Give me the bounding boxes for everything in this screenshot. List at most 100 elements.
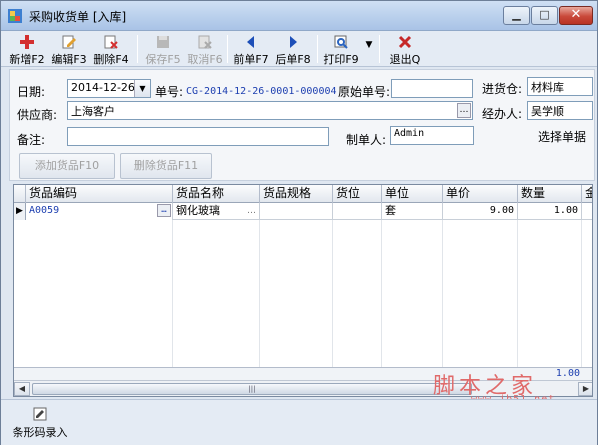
col-header-code[interactable]: 货品编码: [26, 185, 173, 203]
maximize-button[interactable]: □: [531, 6, 558, 25]
supplier-input[interactable]: 上海客户 …: [67, 101, 473, 120]
add-goods-button[interactable]: 添加货品F10: [19, 153, 115, 179]
new-button[interactable]: 新增F2: [7, 32, 47, 66]
cell-unit[interactable]: 套: [382, 203, 443, 220]
cell-code[interactable]: A0059 …: [26, 203, 173, 220]
warehouse-value: 材料库: [531, 81, 564, 94]
cell-location[interactable]: [333, 203, 382, 220]
remark-label: 备注:: [17, 133, 46, 147]
grid-line: [172, 220, 173, 369]
row-indicator-icon: ▶: [14, 203, 26, 220]
save-button[interactable]: 保存F5: [143, 32, 183, 66]
ellipsis-button[interactable]: …: [457, 103, 471, 118]
remark-input[interactable]: [67, 127, 329, 146]
handler-value: 吴学顺: [531, 105, 564, 118]
select-order-link[interactable]: 选择单据: [538, 128, 586, 145]
creator-input: Admin: [390, 126, 474, 145]
orig-no-label: 原始单号:: [338, 85, 391, 99]
handler-label: 经办人:: [482, 107, 523, 121]
toolbar-separator: [137, 35, 138, 63]
col-header-spec[interactable]: 货品规格: [260, 185, 333, 203]
prev-label: 前单F7: [233, 53, 269, 66]
scroll-right-icon[interactable]: ▶: [578, 382, 592, 396]
creator-label: 制单人:: [346, 133, 387, 147]
close-button[interactable]: ✕: [559, 6, 593, 25]
col-header-amount[interactable]: 金: [582, 185, 592, 203]
toolbar-separator: [379, 35, 380, 63]
cancel-icon: [198, 35, 212, 49]
barcode-entry-label: 条形码录入: [12, 426, 68, 439]
minimize-button[interactable]: ▁: [503, 6, 530, 25]
supplier-value: 上海客户: [71, 105, 115, 118]
table-row[interactable]: ▶ A0059 … 钢化玻璃 … 套 9.00 1.00: [14, 203, 592, 220]
col-header-unit[interactable]: 单位: [382, 185, 443, 203]
ellipsis-button[interactable]: …: [157, 204, 171, 217]
exit-button[interactable]: 退出Q: [385, 32, 425, 66]
print-icon: [334, 35, 348, 49]
next-icon: [290, 36, 297, 48]
chevron-down-icon: ▼: [134, 80, 150, 97]
orig-no-input[interactable]: [391, 79, 473, 98]
toolbar-separator: [317, 35, 318, 63]
grid-line: [517, 220, 518, 369]
col-header-qty[interactable]: 数量: [518, 185, 582, 203]
grid-line: [332, 220, 333, 369]
barcode-entry-button[interactable]: 条形码录入: [5, 406, 75, 442]
grid-line: [259, 220, 260, 369]
grid-corner: [14, 185, 26, 203]
edit-label: 编辑F3: [51, 53, 87, 66]
edit-icon: [62, 35, 76, 49]
cell-qty[interactable]: 1.00: [518, 203, 582, 220]
col-header-name[interactable]: 货品名称: [173, 185, 260, 203]
cell-price[interactable]: 9.00: [443, 203, 518, 220]
next-button[interactable]: 后单F8: [273, 32, 313, 66]
col-header-price[interactable]: 单价: [443, 185, 518, 203]
date-picker[interactable]: 2014-12-26 ▼: [67, 79, 151, 98]
close-icon: ✕: [570, 7, 582, 22]
scroll-left-icon[interactable]: ◀: [14, 382, 30, 396]
delete-button[interactable]: 删除F4: [91, 32, 131, 66]
save-icon: [157, 36, 169, 48]
warehouse-select[interactable]: 材料库: [527, 77, 593, 96]
window-title: 采购收货单 [入库]: [29, 10, 127, 24]
app-icon: [8, 9, 22, 23]
edit-button[interactable]: 编辑F3: [49, 32, 89, 66]
handler-select[interactable]: 吴学顺: [527, 101, 593, 120]
ellipsis-icon: …: [247, 206, 256, 216]
new-icon: [20, 35, 34, 49]
print-dropdown-button[interactable]: ▼: [363, 32, 375, 66]
cell-name[interactable]: 钢化玻璃 …: [173, 203, 260, 220]
maximize-icon: □: [539, 8, 550, 21]
chevron-down-icon: ▼: [365, 40, 373, 50]
grid-line: [442, 220, 443, 369]
print-button[interactable]: 打印F9: [321, 32, 361, 66]
exit-label: 退出Q: [389, 53, 421, 66]
grid-line: [381, 220, 382, 369]
cancel-button[interactable]: 取消F6: [185, 32, 225, 66]
new-label: 新增F2: [9, 53, 45, 66]
grid-header: 货品编码 货品名称 货品规格 货位 单位 单价 数量 金: [14, 185, 592, 203]
toolbar-separator: [227, 35, 228, 63]
app-window: 采购收货单 [入库] ▁ □ ✕ 新增F2 编辑F3 删除F4 保存F5 取消F…: [0, 0, 598, 445]
print-label: 打印F9: [323, 53, 359, 66]
minimize-icon: ▁: [512, 8, 521, 21]
order-no-value: CG-2014-12-26-0001-000004: [186, 86, 337, 97]
delete-goods-button[interactable]: 删除货品F11: [120, 153, 212, 179]
col-header-location[interactable]: 货位: [333, 185, 382, 203]
date-label: 日期:: [17, 85, 46, 99]
goods-grid: 货品编码 货品名称 货品规格 货位 单位 单价 数量 金 ▶ A0059 … 钢…: [13, 184, 593, 397]
grid-line: [581, 220, 582, 369]
order-no-label: 单号:: [155, 85, 184, 99]
barcode-icon: [33, 407, 47, 421]
next-label: 后单F8: [275, 53, 311, 66]
delete-icon: [104, 35, 118, 49]
prev-button[interactable]: 前单F7: [231, 32, 271, 66]
delete-label: 删除F4: [93, 53, 129, 66]
scrollbar-thumb[interactable]: |||: [32, 383, 472, 395]
bottom-bar: 条形码录入: [1, 399, 597, 445]
save-label: 保存F5: [145, 53, 181, 66]
warehouse-label: 进货仓:: [482, 82, 523, 96]
cell-spec[interactable]: [260, 203, 333, 220]
cell-amount[interactable]: [582, 203, 592, 220]
date-value: 2014-12-26: [71, 81, 135, 94]
